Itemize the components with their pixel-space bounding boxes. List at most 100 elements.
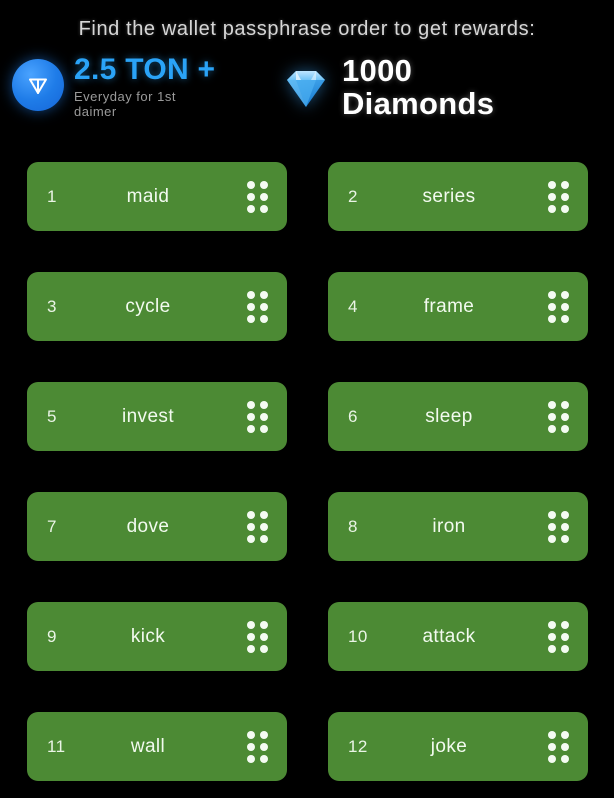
drag-handle-dot: [260, 314, 268, 323]
drag-handle-dot: [247, 412, 255, 421]
drag-handle-dot: [260, 522, 268, 531]
drag-handle-dot: [260, 400, 268, 409]
tile-index: 6: [348, 406, 358, 426]
drag-handle-dot: [548, 180, 556, 189]
ton-amount: 2.5 TON +: [74, 53, 216, 86]
drag-handle-dot: [561, 742, 569, 751]
drag-handle-dots-icon[interactable]: [548, 400, 569, 433]
ton-logo-icon: [12, 59, 64, 111]
drag-handle-dot: [247, 510, 255, 519]
drag-handle-dot: [260, 180, 268, 189]
drag-handle-dot: [247, 632, 255, 641]
tile-index: 2: [348, 186, 358, 206]
diamonds-amount: 1000: [342, 53, 413, 88]
drag-handle-dot: [548, 510, 556, 519]
passphrase-tile[interactable]: 3 cycle: [27, 272, 287, 341]
drag-handle-dots-icon[interactable]: [247, 400, 268, 433]
tile-index: 12: [348, 736, 368, 756]
drag-handle-dot: [548, 730, 556, 739]
drag-handle-dots-icon[interactable]: [548, 730, 569, 763]
drag-handle-dots-icon[interactable]: [247, 510, 268, 543]
passphrase-tile[interactable]: 6 sleep: [328, 382, 588, 451]
passphrase-tile[interactable]: 1 maid: [27, 162, 287, 231]
drag-handle-dots-icon[interactable]: [247, 620, 268, 653]
diamonds-label: Diamonds: [342, 86, 495, 121]
rewards-banner: 2.5 TON + Everyday for 1st daimer 1000 D…: [0, 52, 614, 132]
passphrase-tile[interactable]: 10 attack: [328, 602, 588, 671]
passphrase-tile[interactable]: 11 wall: [27, 712, 287, 781]
reward-diamonds: 1000 Diamonds: [278, 54, 494, 120]
drag-handle-dot: [561, 302, 569, 311]
drag-handle-dot: [561, 522, 569, 531]
drag-handle-dot: [548, 204, 556, 213]
drag-handle-dot: [260, 632, 268, 641]
drag-handle-dot: [548, 644, 556, 653]
drag-handle-dot: [260, 302, 268, 311]
passphrase-tile[interactable]: 8 iron: [328, 492, 588, 561]
drag-handle-dot: [247, 754, 255, 763]
tile-index: 5: [47, 406, 57, 426]
drag-handle-dot: [247, 620, 255, 629]
drag-handle-dots-icon[interactable]: [548, 620, 569, 653]
ton-subtitle: Everyday for 1st daimer: [74, 89, 176, 119]
tile-index: 7: [47, 516, 57, 536]
drag-handle-dot: [247, 314, 255, 323]
drag-handle-dot: [260, 742, 268, 751]
drag-handle-dot: [548, 522, 556, 531]
passphrase-tile-grid: 1 maid 2 series 3 cycle 4 frame 5 invest 6 sleep 7 do…: [27, 162, 588, 781]
passphrase-tile[interactable]: 2 series: [328, 162, 588, 231]
tile-index: 9: [47, 626, 57, 646]
drag-handle-dot: [561, 180, 569, 189]
drag-handle-dot: [548, 620, 556, 629]
drag-handle-dot: [561, 290, 569, 299]
drag-handle-dot: [548, 290, 556, 299]
drag-handle-dot: [247, 302, 255, 311]
tile-index: 1: [47, 186, 57, 206]
drag-handle-dot: [247, 204, 255, 213]
reward-ton: 2.5 TON + Everyday for 1st daimer: [12, 54, 215, 119]
tile-index: 3: [47, 296, 57, 316]
drag-handle-dot: [561, 424, 569, 433]
page-title: Find the wallet passphrase order to get …: [78, 18, 536, 40]
drag-handle-dot: [548, 302, 556, 311]
diamonds-reward-text: 1000 Diamonds: [342, 54, 494, 120]
drag-handle-dot: [561, 534, 569, 543]
drag-handle-dot: [260, 424, 268, 433]
drag-handle-dot: [247, 192, 255, 201]
drag-handle-dots-icon[interactable]: [548, 180, 569, 213]
drag-handle-dot: [260, 510, 268, 519]
drag-handle-dot: [260, 620, 268, 629]
drag-handle-dots-icon[interactable]: [548, 290, 569, 323]
drag-handle-dot: [561, 730, 569, 739]
drag-handle-dot: [561, 400, 569, 409]
drag-handle-dots-icon[interactable]: [247, 180, 268, 213]
passphrase-tile[interactable]: 9 kick: [27, 602, 287, 671]
drag-handle-dot: [247, 424, 255, 433]
drag-handle-dot: [247, 522, 255, 531]
drag-handle-dot: [247, 730, 255, 739]
drag-handle-dot: [260, 534, 268, 543]
passphrase-tile[interactable]: 5 invest: [27, 382, 287, 451]
drag-handle-dot: [260, 412, 268, 421]
drag-handle-dot: [561, 620, 569, 629]
passphrase-tile[interactable]: 4 frame: [328, 272, 588, 341]
drag-handle-dots-icon[interactable]: [247, 730, 268, 763]
drag-handle-dot: [548, 314, 556, 323]
ton-reward-text: 2.5 TON + Everyday for 1st daimer: [74, 53, 216, 120]
drag-handle-dots-icon[interactable]: [247, 290, 268, 323]
drag-handle-dot: [548, 400, 556, 409]
drag-handle-dot: [260, 730, 268, 739]
drag-handle-dot: [260, 204, 268, 213]
drag-handle-dot: [548, 534, 556, 543]
tile-index: 11: [47, 736, 66, 756]
diamond-gem-icon: [278, 60, 334, 116]
passphrase-tile[interactable]: 7 dove: [27, 492, 287, 561]
drag-handle-dot: [260, 644, 268, 653]
drag-handle-dot: [247, 742, 255, 751]
tile-index: 10: [348, 626, 368, 646]
drag-handle-dots-icon[interactable]: [548, 510, 569, 543]
passphrase-tile[interactable]: 12 joke: [328, 712, 588, 781]
drag-handle-dot: [260, 754, 268, 763]
drag-handle-dot: [247, 644, 255, 653]
tile-index: 4: [348, 296, 358, 316]
